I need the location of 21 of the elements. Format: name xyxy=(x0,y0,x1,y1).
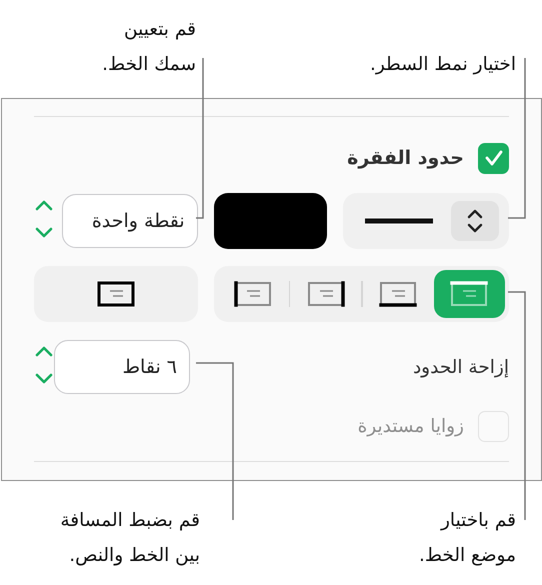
section-title: حدود الفقرة xyxy=(347,147,464,169)
color-well[interactable] xyxy=(214,193,328,249)
callout-text: قم بضبط المسافة بين الخط والنص. xyxy=(59,509,200,568)
checkbox[interactable] xyxy=(478,142,509,174)
offset-field[interactable]: ٦ نقاط xyxy=(54,340,190,394)
callout-text: اختيار نمط السطر. xyxy=(368,53,516,77)
border-position-icon xyxy=(233,280,274,308)
checkmark-icon xyxy=(484,149,504,167)
border-position-icon xyxy=(96,280,136,308)
border-position-icon xyxy=(378,280,418,308)
checkbox-label: زوايا مستديرة xyxy=(356,416,464,436)
border-position-icon xyxy=(306,280,346,308)
stepper-arrows-icon[interactable] xyxy=(34,199,54,239)
callout-text: قم بتعيين سمك الخط. xyxy=(101,18,196,77)
stepper-arrows-icon[interactable] xyxy=(34,345,54,385)
callout-text: قم باختيار موضع الخط. xyxy=(418,509,516,568)
chevron-up-down-icon xyxy=(466,208,484,234)
border-position-icon xyxy=(449,280,490,308)
line-style-picker[interactable] xyxy=(343,193,509,249)
width-field[interactable]: نقطة واحدة xyxy=(62,194,198,248)
offset-label: إزاحة الحدود xyxy=(412,356,509,378)
